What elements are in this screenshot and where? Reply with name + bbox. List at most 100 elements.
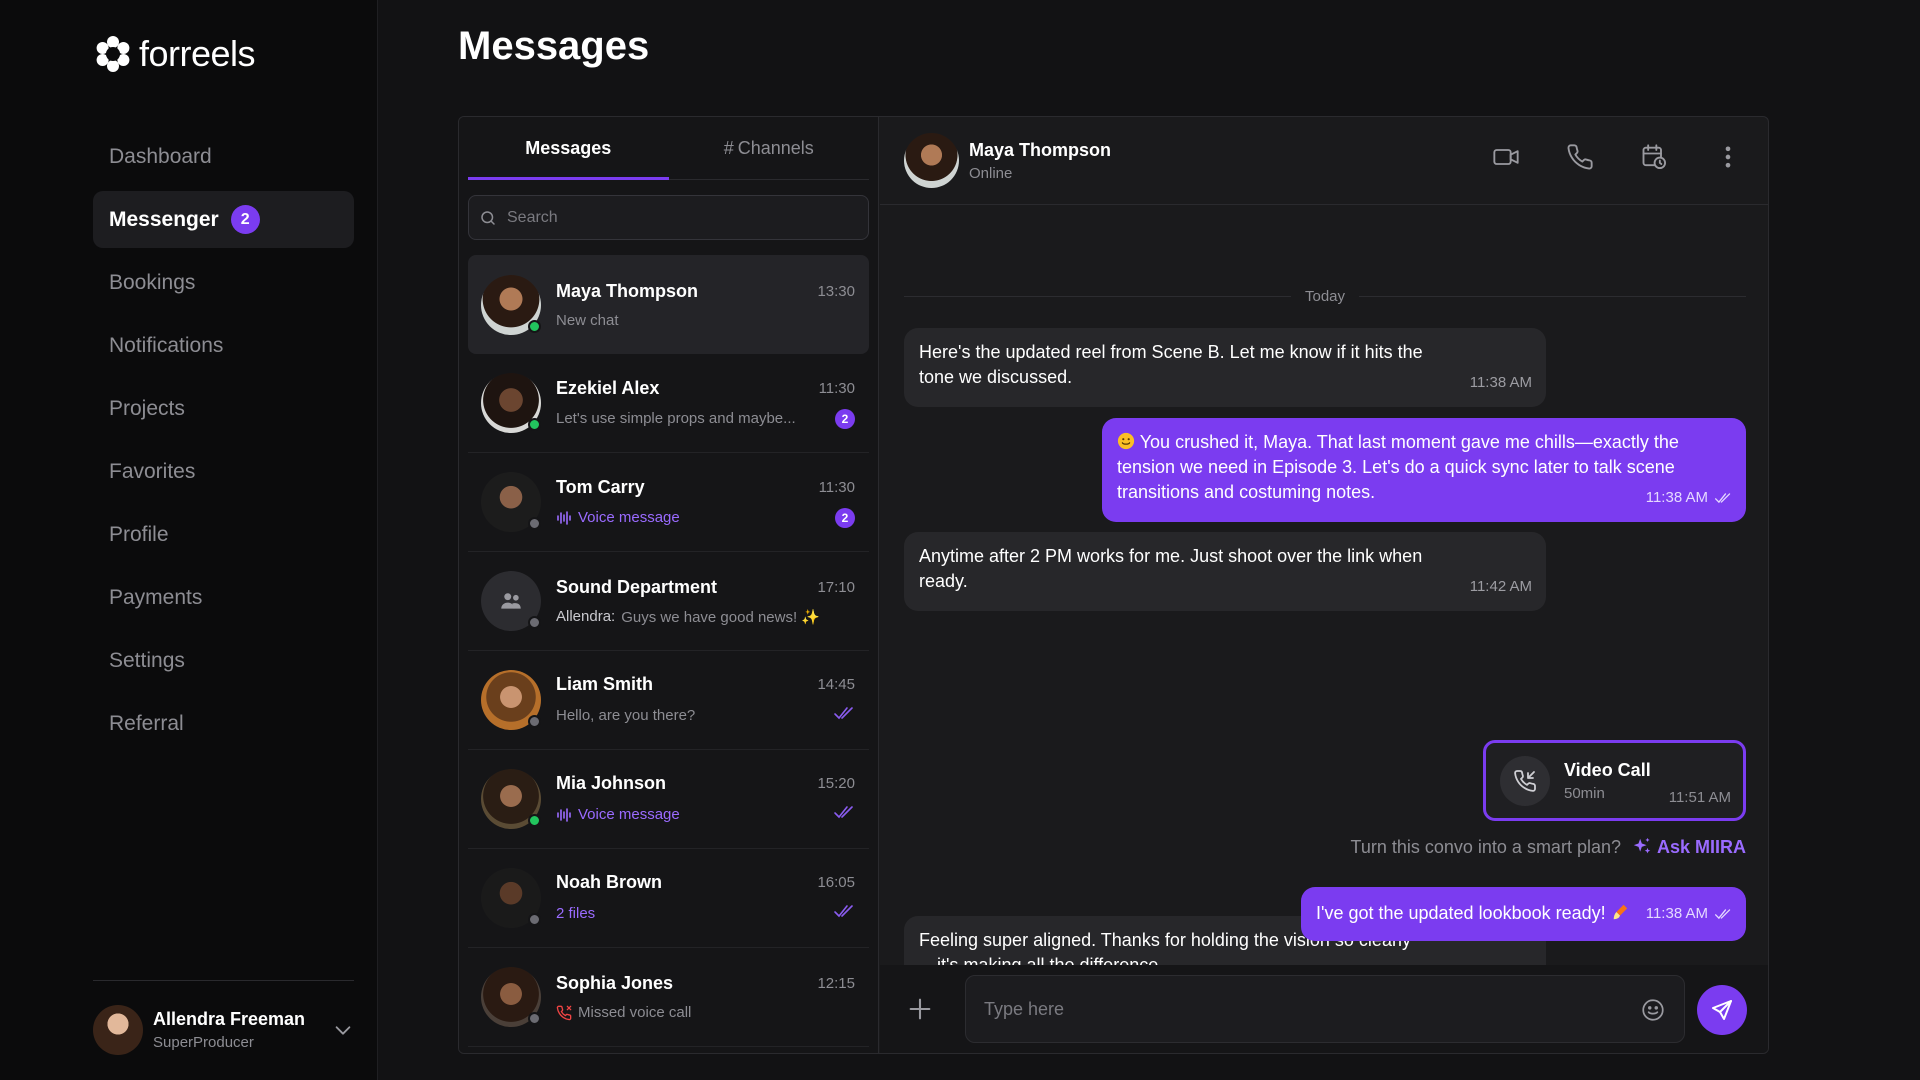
incoming-message[interactable]: Anytime after 2 PM works for me. Just sh… <box>904 532 1546 611</box>
nav-item-dashboard[interactable]: Dashboard <box>93 128 354 185</box>
message-input[interactable] <box>984 998 1624 1020</box>
page-title: Messages <box>458 24 650 68</box>
nav-item-settings[interactable]: Settings <box>93 632 354 689</box>
message-preview: Voice message <box>556 806 680 823</box>
contact-name: Maya Thompson <box>556 280 699 301</box>
message-composer <box>880 965 1768 1053</box>
message-preview: 2 files <box>556 905 596 922</box>
timestamp: 15:20 <box>817 775 855 792</box>
avatar[interactable] <box>904 133 959 188</box>
divider <box>904 295 1291 297</box>
message-time: 11:38 AM <box>1646 901 1732 926</box>
divider <box>1359 295 1746 297</box>
conversation-item[interactable]: Sophia Jones 12:15 Missed voice call <box>468 948 869 1047</box>
outgoing-message[interactable]: You crushed it, Maya. That last moment g… <box>1102 418 1746 522</box>
call-duration: 50min <box>1564 784 1605 802</box>
ask-miira-link[interactable]: Ask MIIRA <box>1631 836 1746 858</box>
missed-call-icon <box>556 1005 572 1020</box>
contact-name: Sophia Jones <box>556 973 674 993</box>
conversation-item[interactable]: Maya Thompson 13:30 New chat <box>468 255 869 354</box>
nav-item-label: Settings <box>109 648 185 672</box>
offline-status-dot <box>528 1012 541 1025</box>
preview-text: Voice message <box>578 806 680 823</box>
incoming-message[interactable]: Here's the updated reel from Scene B. Le… <box>904 328 1546 407</box>
conversation-list-pane: Messages #Channels Maya Thompson 13:30 Ne… <box>459 117 879 1053</box>
nav-item-label: Referral <box>109 711 184 735</box>
emoji-picker-icon[interactable] <box>1640 997 1666 1023</box>
message-preview: Hello, are you there? <box>556 707 696 724</box>
read-receipt-icon <box>1714 492 1731 503</box>
preview-text: Guys we have good news! ✨ <box>621 608 820 626</box>
contact-name: Ezekiel Alex <box>556 377 660 398</box>
nav-item-label: Projects <box>109 396 185 420</box>
nav-item-notifications[interactable]: Notifications <box>93 317 354 374</box>
message-preview: Voice message <box>556 509 680 526</box>
timestamp: 11:30 <box>818 478 855 496</box>
conversation-item[interactable]: Noah Brown 16:05 2 files <box>468 849 869 948</box>
calendar-schedule-icon[interactable] <box>1640 143 1668 171</box>
offline-status-dot <box>528 715 541 728</box>
nav-item-label: Payments <box>109 585 203 609</box>
message-preview: Allendra: Guys we have good news! ✨ <box>556 608 820 626</box>
avatar <box>481 967 541 1027</box>
offline-status-dot <box>528 616 541 629</box>
nav-item-projects[interactable]: Projects <box>93 380 354 437</box>
nav-item-referral[interactable]: Referral <box>93 695 354 752</box>
conversation-item[interactable]: Liam Smith 14:45 Hello, are you there? <box>468 651 869 750</box>
unread-badge: 2 <box>230 205 260 234</box>
avatar <box>481 472 541 532</box>
nav-item-bookings[interactable]: Bookings <box>93 254 354 311</box>
time-text: 11:38 AM <box>1645 905 1708 922</box>
chat-header: Maya Thompson Online <box>880 117 1768 205</box>
search-input[interactable] <box>507 208 847 227</box>
message-text: Here's the updated reel from Scene B. Le… <box>919 342 1423 387</box>
nav-item-label: Bookings <box>109 270 196 294</box>
video-call-icon[interactable] <box>1492 143 1520 171</box>
tab-messages[interactable]: Messages <box>468 117 669 180</box>
ai-prompt-text: Turn this convo into a smart plan? <box>1350 836 1621 857</box>
grinning-emoji-icon <box>1117 432 1135 450</box>
day-label: Today <box>1304 287 1346 305</box>
nav-item-label: Favorites <box>109 459 196 483</box>
conversation-item[interactable]: Tom Carry 11:30 Voice message 2 <box>468 453 869 552</box>
time-text: 11:38 AM <box>1469 374 1532 391</box>
chat-actions <box>1492 143 1742 171</box>
sidebar-divider <box>93 980 354 981</box>
conversation-item[interactable]: Ezekiel Alex 11:30 Let's use simple props… <box>468 354 869 453</box>
conversation-item[interactable]: Sound Department 17:10 Allendra: Guys we h… <box>468 552 869 651</box>
chevron-down-icon[interactable] <box>332 1019 354 1041</box>
sparkle-icon <box>1633 837 1651 854</box>
nav-item-payments[interactable]: Payments <box>93 569 354 626</box>
hash-icon: # <box>723 137 734 158</box>
online-status-dot <box>528 418 541 431</box>
brand-logo[interactable]: forreels <box>93 33 256 75</box>
tab-label: Messages <box>525 137 612 158</box>
nav-item-favorites[interactable]: Favorites <box>93 443 354 500</box>
more-vertical-icon[interactable] <box>1714 143 1742 171</box>
nav-item-profile[interactable]: Profile <box>93 506 354 563</box>
forreels-logo-icon <box>96 36 130 72</box>
message-time: 11:38 AM <box>1470 370 1532 395</box>
timestamp: 16:05 <box>817 874 855 891</box>
video-call-card[interactable]: Video Call 50min 11:51 AM <box>1483 740 1746 821</box>
nav-item-messenger[interactable]: Messenger 2 <box>93 191 354 248</box>
outgoing-message[interactable]: I've got the updated lookbook ready! 11:… <box>1301 887 1746 941</box>
call-icon-wrap <box>1500 755 1550 806</box>
search-box <box>468 195 869 240</box>
sender-name: Allendra: <box>556 608 616 625</box>
avatar <box>481 571 541 631</box>
tab-channels[interactable]: # Channels <box>669 117 870 179</box>
preview-text: Voice message <box>578 509 680 526</box>
avatar <box>481 868 541 928</box>
send-icon <box>1712 1000 1732 1020</box>
composer-field <box>965 975 1685 1043</box>
user-account-menu[interactable]: Allendra Freeman SuperProducer <box>93 1005 354 1055</box>
send-button[interactable] <box>1697 985 1747 1035</box>
user-role: SuperProducer <box>153 1034 254 1051</box>
ai-suggestion: Turn this convo into a smart plan? Ask M… <box>1351 836 1746 858</box>
attach-plus-icon[interactable] <box>906 995 934 1023</box>
message-text: Anytime after 2 PM works for me. Just sh… <box>919 546 1423 591</box>
conversation-item[interactable]: Mia Johnson 15:20 Voice message <box>468 750 869 849</box>
unread-count-badge: 2 <box>835 408 855 429</box>
phone-icon[interactable] <box>1566 143 1594 171</box>
